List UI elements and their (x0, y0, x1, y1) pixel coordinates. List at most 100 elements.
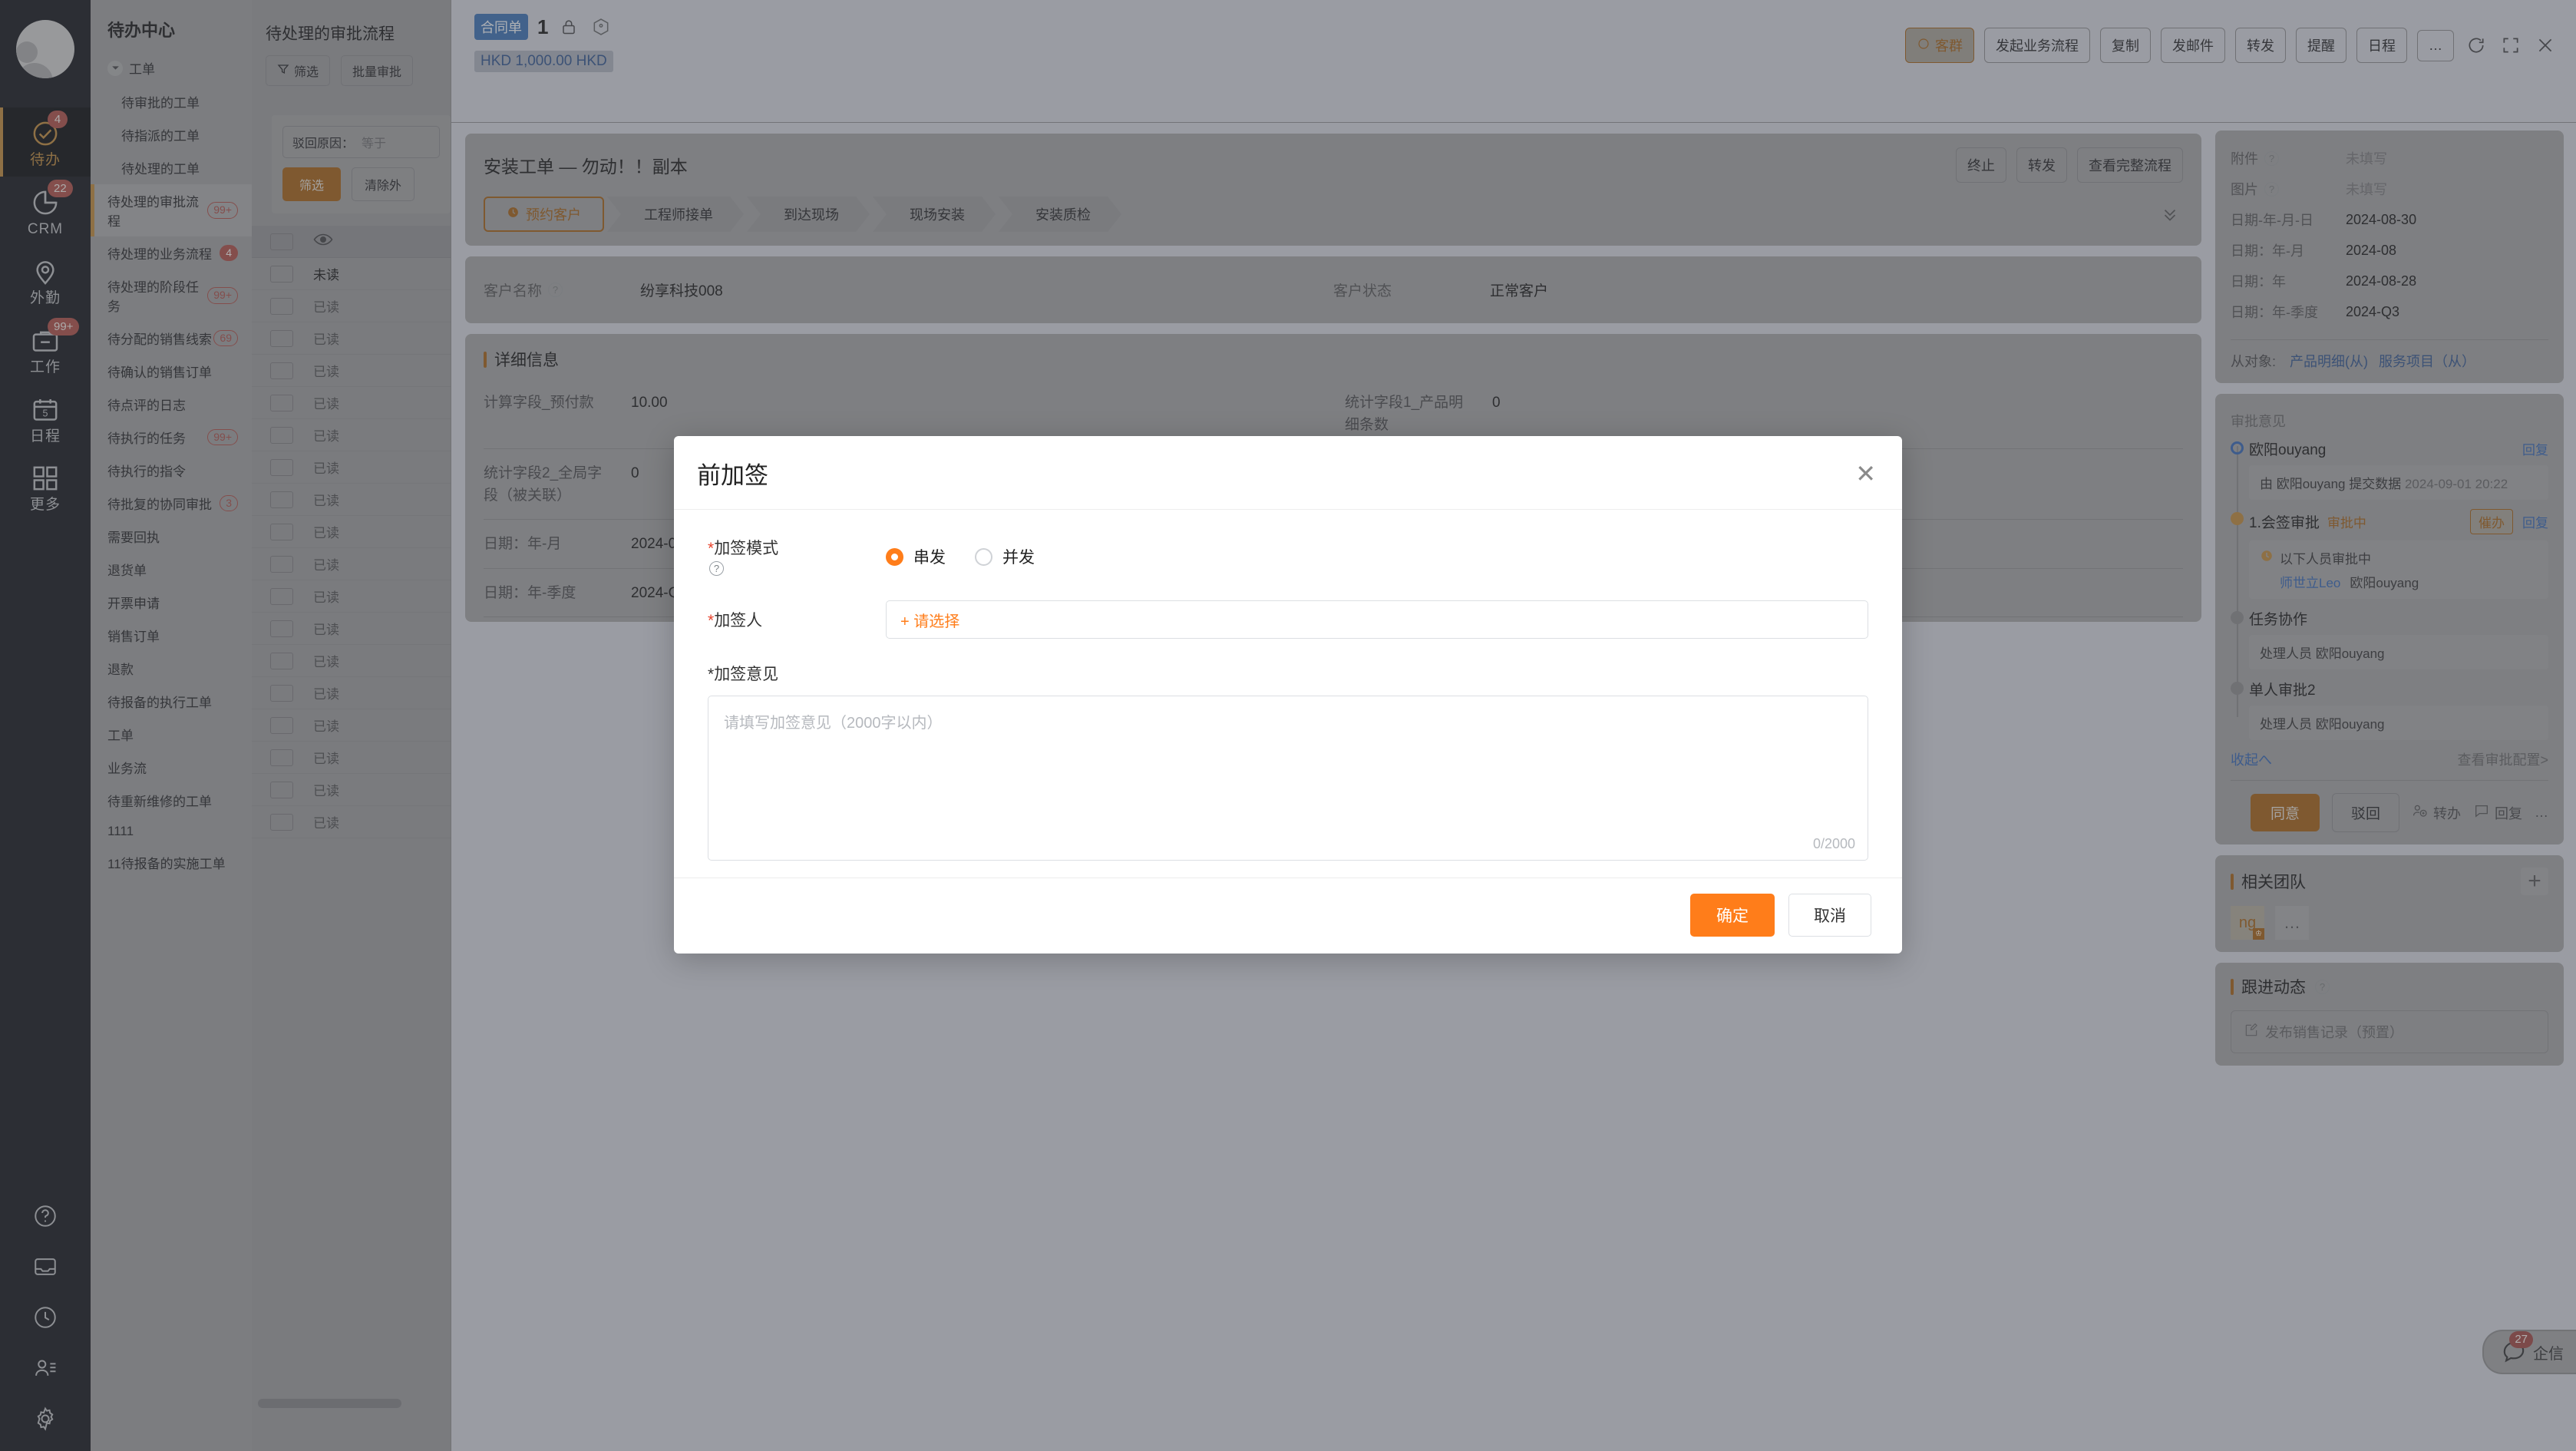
nav-item[interactable]: 待执行的指令 (91, 454, 252, 487)
qixin-chat-button[interactable]: 27 企信 (2482, 1330, 2576, 1374)
confirm-button[interactable]: 确定 (1690, 894, 1775, 937)
close-icon[interactable]: ✕ (1852, 461, 1879, 486)
row-checkbox[interactable] (270, 782, 293, 798)
filter-apply-button[interactable]: 筛选 (282, 167, 341, 201)
from-object-link[interactable]: 产品明细(从) (2290, 354, 2368, 369)
reject-button[interactable]: 驳回 (2332, 793, 2399, 832)
from-object-link[interactable]: 服务项目（从） (2379, 354, 2475, 369)
nav-item[interactable]: 需要回执 (91, 520, 252, 553)
urge-button[interactable]: 催办 (2470, 509, 2513, 534)
rail-item-work[interactable]: 工作99+ (0, 315, 91, 384)
batch-approve-button[interactable]: 批量审批 (341, 55, 413, 86)
row-checkbox[interactable] (270, 330, 293, 347)
collapse-link[interactable]: 收起へ (2231, 749, 2272, 769)
horizontal-scrollbar[interactable] (258, 1399, 401, 1408)
table-row[interactable]: 已读 (252, 742, 451, 774)
table-row[interactable]: 已读 (252, 709, 451, 742)
table-row[interactable]: 已读 (252, 613, 451, 645)
help-icon[interactable]: ? (548, 283, 563, 297)
nav-item[interactable]: 1111 (91, 817, 252, 846)
nav-item[interactable]: 待重新维修的工单 (91, 784, 252, 817)
lock-icon[interactable] (557, 15, 580, 38)
sign-person-select[interactable]: + 请选择 (886, 600, 1868, 639)
inbox-icon[interactable] (30, 1251, 61, 1282)
nav-item[interactable]: 待处理的阶段任务99+ (91, 269, 252, 322)
timeline-reply-link[interactable]: 回复 (2522, 512, 2548, 531)
table-row[interactable]: 已读 (252, 548, 451, 580)
nav-item[interactable]: 退货单 (91, 553, 252, 586)
timeline-person[interactable]: 欧阳ouyang (2350, 576, 2419, 590)
select-all-checkbox[interactable] (270, 233, 293, 250)
nav-item[interactable]: 工单 (91, 718, 252, 751)
nav-item[interactable]: 待报备的执行工单 (91, 685, 252, 718)
view-approval-config-link[interactable]: 查看审批配置> (2457, 749, 2548, 769)
help-icon[interactable] (30, 1201, 61, 1231)
avatar[interactable] (16, 20, 74, 78)
reply-action[interactable]: 回复 (2473, 802, 2522, 823)
row-checkbox[interactable] (270, 266, 293, 283)
nav-group-workorder[interactable]: 工单 (91, 51, 252, 85)
sign-mode-radio-1[interactable]: 并发 (975, 545, 1035, 568)
toolbar-button-4[interactable]: 转发 (2235, 28, 2286, 63)
nav-item[interactable]: 待点评的日志 (91, 388, 252, 421)
nav-item[interactable]: 开票申请 (91, 586, 252, 619)
row-checkbox[interactable] (270, 717, 293, 734)
nav-child-item[interactable]: 待审批的工单 (91, 85, 252, 118)
dynamics-input[interactable]: 发布销售记录（预置） (2231, 1010, 2548, 1053)
toolbar-button-3[interactable]: 发邮件 (2161, 28, 2225, 63)
close-icon[interactable] (2533, 33, 2558, 58)
toolbar-button-6[interactable]: 日程 (2356, 28, 2407, 63)
help-icon[interactable]: ? (2264, 182, 2279, 197)
table-row[interactable]: 未读 (252, 258, 451, 290)
toolbar-button-1[interactable]: 发起业务流程 (1984, 28, 2090, 63)
row-checkbox[interactable] (270, 749, 293, 766)
row-checkbox[interactable] (270, 395, 293, 412)
clock-icon[interactable] (30, 1302, 61, 1333)
filter-clear-button[interactable]: 清除外 (352, 167, 414, 201)
plus-icon[interactable]: + (2521, 868, 2548, 895)
row-checkbox[interactable] (270, 524, 293, 540)
more-actions-button[interactable]: … (2535, 805, 2548, 821)
table-row[interactable]: 已读 (252, 290, 451, 322)
table-row[interactable]: 已读 (252, 677, 451, 709)
rail-item-more[interactable]: 更多 (0, 452, 91, 521)
process-action-1[interactable]: 转发 (2016, 147, 2067, 183)
row-checkbox[interactable] (270, 427, 293, 444)
nav-item[interactable]: 待分配的销售线索69 (91, 322, 252, 355)
table-row[interactable]: 已读 (252, 355, 451, 387)
table-row[interactable]: 已读 (252, 774, 451, 806)
toolbar-button-2[interactable]: 复制 (2100, 28, 2151, 63)
toolbar-button-7[interactable]: … (2417, 30, 2454, 61)
process-step-1[interactable]: 工程师接单 (607, 197, 744, 232)
nav-item[interactable]: 销售订单 (91, 619, 252, 652)
transfer-action[interactable]: 转办 (2412, 802, 2461, 823)
toolbar-button-5[interactable]: 提醒 (2296, 28, 2346, 63)
sign-mode-radio-0[interactable]: 串发 (886, 545, 946, 568)
timeline-reply-link[interactable]: 回复 (2522, 439, 2548, 458)
row-checkbox[interactable] (270, 588, 293, 605)
contacts-icon[interactable] (30, 1353, 61, 1383)
nav-item[interactable]: 待批复的协同审批3 (91, 487, 252, 520)
settings-icon[interactable] (30, 1403, 61, 1434)
tag-icon[interactable] (590, 15, 613, 38)
row-checkbox[interactable] (270, 491, 293, 508)
toolbar-button-0[interactable]: 客群 (1905, 28, 1974, 63)
table-row[interactable]: 已读 (252, 419, 451, 451)
rail-item-crm[interactable]: CRM22 (0, 177, 91, 246)
row-checkbox[interactable] (270, 556, 293, 573)
nav-item[interactable]: 待确认的销售订单 (91, 355, 252, 388)
help-icon[interactable]: ? (2264, 151, 2279, 166)
table-row[interactable]: 已读 (252, 516, 451, 548)
nav-item[interactable]: 退款 (91, 652, 252, 685)
timeline-person[interactable]: 师世立Leo (2280, 576, 2340, 590)
nav-item[interactable]: 业务流 (91, 751, 252, 784)
row-checkbox[interactable] (270, 459, 293, 476)
agree-button[interactable]: 同意 (2251, 794, 2320, 831)
process-step-0[interactable]: 预约客户 (484, 197, 604, 232)
table-row[interactable]: 已读 (252, 387, 451, 419)
nav-item[interactable]: 待执行的任务99+ (91, 421, 252, 454)
row-checkbox[interactable] (270, 298, 293, 315)
rail-item-field[interactable]: 外勤 (0, 246, 91, 315)
filter-condition-row[interactable]: 驳回原因： 等于 (282, 126, 440, 158)
process-step-3[interactable]: 现场安装 (873, 197, 996, 232)
